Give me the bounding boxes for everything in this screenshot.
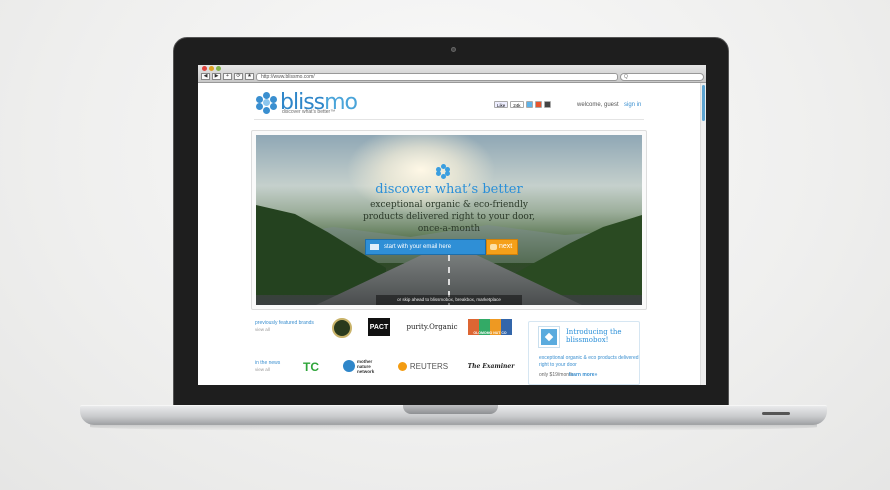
back-button[interactable]: ◀ [201,73,210,80]
reload-button[interactable]: ⟳ [234,73,243,80]
envelope-icon [370,244,379,250]
website: blissmo discover what's better™ Like 24k… [198,83,700,385]
snowflake-icon [256,91,278,114]
bookmark-button[interactable]: ★ [245,73,254,80]
brands-view-all-link[interactable]: view all [255,327,270,332]
news-view-all-link[interactable]: view all [255,367,270,372]
brands-label: previously featured brands [255,320,314,326]
sign-in-link[interactable]: sign in [624,102,641,108]
scrollbar[interactable] [700,83,706,385]
mnn-globe-icon [343,360,355,372]
laptop-screen: ◀ ▶ + ⟳ ★ http://www.blissmo.com/ Q blis… [198,65,706,385]
laptop-notch [403,405,498,414]
reuters-text: REUTERS [409,361,449,371]
gift-box-icon [539,327,559,347]
news-logo-examiner[interactable]: The Examiner [466,360,516,372]
twitter-icon[interactable] [525,101,533,108]
logo-tagline: discover what's better™ [282,109,336,115]
news-logo-mnn[interactable]: mother nature network [342,358,382,374]
hero-subtitle: exceptional organic & eco-friendly produ… [362,200,536,234]
box-icon [490,244,497,250]
social-buttons: Like 24k [494,101,551,108]
brand-logo-badge[interactable] [332,318,352,338]
minimize-dot[interactable] [209,66,214,71]
browser-toolbar: ◀ ▶ + ⟳ ★ http://www.blissmo.com/ Q [198,65,706,83]
scrollbar-thumb[interactable] [702,85,705,121]
promo-description: exceptional organic & eco products deliv… [539,355,639,368]
forward-button[interactable]: ▶ [212,73,221,80]
email-input[interactable]: start with your email here [365,239,486,255]
skip-ahead-links[interactable]: or skip ahead to blissmobox, breakbox, m… [376,295,522,305]
blissmobox-promo[interactable]: Introducing the blissmobox! exceptional … [528,321,640,385]
mnn-text: mother nature network [357,358,375,374]
news-logo-reuters[interactable]: REUTERS [394,360,452,372]
nav-buttons: ◀ ▶ + ⟳ ★ [201,73,254,80]
rss-icon[interactable] [543,101,551,108]
laptop-indicator [762,412,790,415]
facebook-like-count: 24k [510,101,524,108]
hero-title: discover what’s better [375,182,523,197]
news-logo-techcrunch[interactable]: TC [298,360,324,374]
brand-logo-olomomo[interactable]: OLOMOMO NUT CO [468,319,512,335]
snowflake-icon [436,164,450,179]
learn-more-link[interactable]: learn more» [569,372,597,378]
camera [451,47,456,52]
hero-banner: discover what’s better exceptional organ… [256,135,642,305]
reuters-dots-icon [397,361,407,371]
close-dot[interactable] [202,66,207,71]
laptop-shadow [90,423,817,431]
brand-logo-pact[interactable]: PACT [368,318,390,336]
header-divider [254,119,644,120]
next-label: next [499,243,513,250]
browser-search-input[interactable]: Q [620,73,704,81]
zoom-dot[interactable] [216,66,221,71]
email-placeholder: start with your email here [384,244,452,250]
url-bar[interactable]: http://www.blissmo.com/ [256,73,618,81]
brand-logo-purity[interactable]: purity.Organic [404,321,460,333]
next-button[interactable]: next [486,239,518,255]
news-label: in the news [255,360,281,366]
facebook-like-button[interactable]: Like [494,101,509,108]
welcome-text: welcome, guest [577,102,619,108]
promo-title: Introducing the blissmobox! [566,328,622,344]
stumbleupon-icon[interactable] [534,101,542,108]
add-tab-button[interactable]: + [223,73,232,80]
window-controls[interactable] [202,66,221,71]
